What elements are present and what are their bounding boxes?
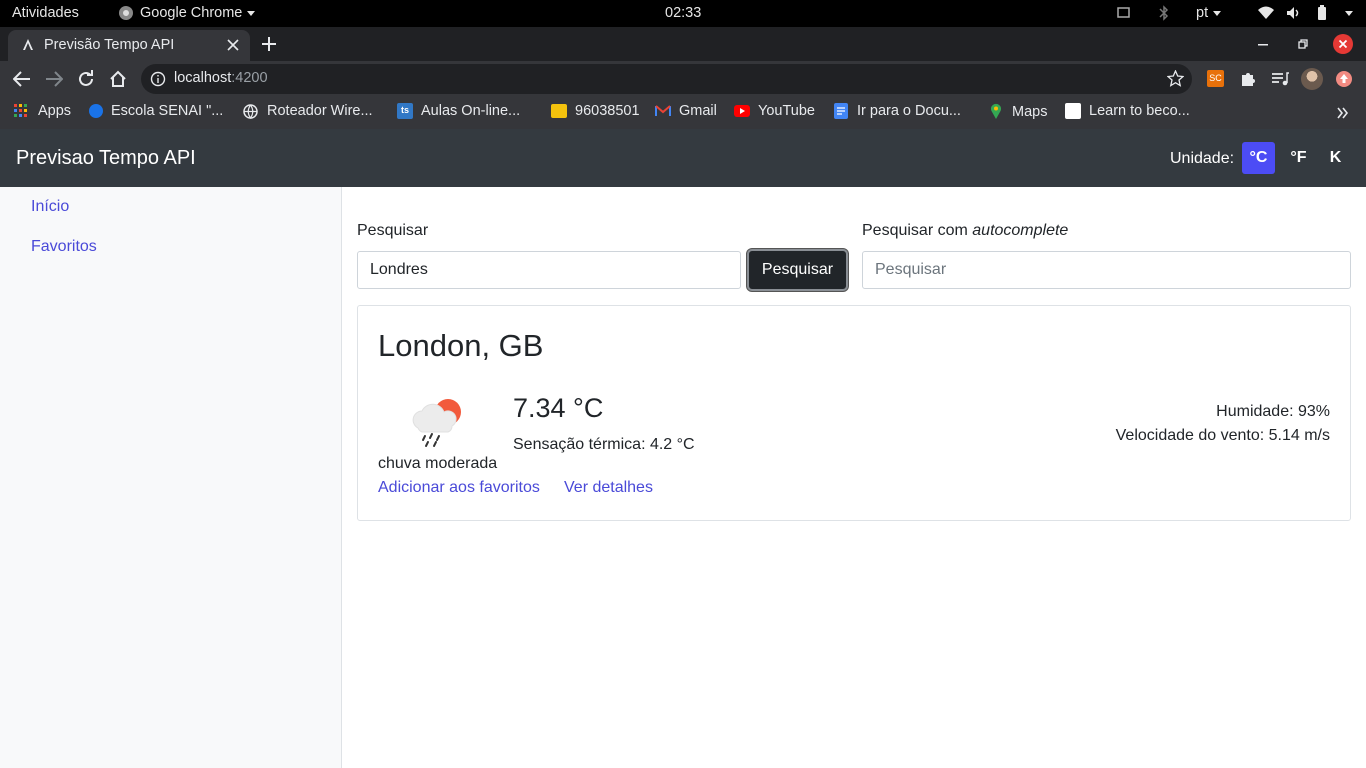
wifi-icon xyxy=(1258,6,1274,19)
url-host: localhost xyxy=(174,70,232,86)
bookmark-96038501[interactable]: 96038501 xyxy=(551,103,640,119)
youtube-icon xyxy=(734,105,750,117)
unit-kelvin-button[interactable]: K xyxy=(1319,142,1352,174)
language-indicator[interactable]: pt xyxy=(1196,5,1222,21)
tab-title: Previsão Tempo API xyxy=(44,37,175,53)
autocomplete-label-em: autocomplete xyxy=(972,222,1069,239)
volume-icon xyxy=(1287,7,1299,19)
profile-avatar[interactable] xyxy=(1301,68,1323,90)
bookmark-label: YouTube xyxy=(758,103,815,119)
docs-icon xyxy=(834,103,848,119)
restore-window-icon[interactable] xyxy=(1298,39,1308,49)
language-label: pt xyxy=(1196,5,1209,21)
view-details-link[interactable]: Ver detalhes xyxy=(564,479,653,497)
media-queue-icon[interactable] xyxy=(1271,71,1289,87)
screen-icon xyxy=(1117,7,1130,18)
unit-fahrenheit-button[interactable]: °F xyxy=(1282,142,1315,174)
angular-favicon-icon xyxy=(23,39,33,50)
bookmark-label: Gmail xyxy=(679,103,717,119)
chrome-icon xyxy=(119,6,133,20)
activities-button[interactable]: Atividades xyxy=(12,5,79,21)
battery-icon xyxy=(1318,5,1326,20)
bookmark-maps[interactable]: Maps xyxy=(990,103,1047,120)
autocomplete-label: Pesquisar com autocomplete xyxy=(862,222,1068,240)
rain-cloud-sun-icon xyxy=(412,399,461,447)
search-label: Pesquisar xyxy=(357,222,429,239)
bookmark-label: Maps xyxy=(1012,103,1048,120)
new-tab-icon[interactable] xyxy=(262,37,276,51)
unit-celsius-button[interactable]: °C xyxy=(1242,142,1275,174)
feels-like-text: Sensação térmica: 4.2 °C xyxy=(513,436,695,453)
bookmark-youtube[interactable]: YouTube xyxy=(734,103,815,119)
sidebar-item-favoritos[interactable]: Favoritos xyxy=(31,238,97,256)
bookmark-label: Ir para o Docu... xyxy=(857,103,961,119)
update-icon[interactable] xyxy=(1335,70,1353,88)
back-icon[interactable] xyxy=(13,71,31,87)
chevron-down-icon xyxy=(247,10,256,16)
clock[interactable]: 02:33 xyxy=(665,5,701,21)
bookmark-roteador[interactable]: Roteador Wire... xyxy=(243,103,373,119)
bookmark-star-icon[interactable] xyxy=(1167,70,1184,87)
bookmarks-bar: Apps Escola SENAI "... Roteador Wire... … xyxy=(0,97,1366,129)
bookmark-label: Learn to beco... xyxy=(1089,103,1190,119)
bookmark-label: Apps xyxy=(38,103,72,119)
app-name: Google Chrome xyxy=(140,5,243,21)
temperature-value: 7.34 °C xyxy=(513,393,604,423)
bookmark-docs[interactable]: Ir para o Docu... xyxy=(834,103,961,119)
autocomplete-label-prefix: Pesquisar com xyxy=(862,222,973,239)
humidity-text: Humidade: 93% xyxy=(1216,403,1330,420)
wind-speed-text: Velocidade do vento: 5.14 m/s xyxy=(1115,427,1330,444)
bookmark-label: Roteador Wire... xyxy=(267,103,373,119)
gmail-icon xyxy=(655,105,671,116)
bookmark-yellow-icon xyxy=(551,104,567,118)
chevron-down-icon xyxy=(1213,10,1222,16)
senai-icon xyxy=(89,104,103,118)
reload-icon[interactable] xyxy=(77,70,95,88)
extension-sc-icon[interactable]: SC xyxy=(1207,70,1224,87)
close-window-icon[interactable] xyxy=(1333,34,1353,54)
bookmark-aulas-online[interactable]: ts Aulas On-line... xyxy=(397,103,520,119)
autocomplete-search-input[interactable] xyxy=(862,251,1351,289)
bookmark-apps[interactable]: Apps xyxy=(14,103,71,119)
add-to-favorites-link[interactable]: Adicionar aos favoritos xyxy=(378,479,540,497)
apps-grid-icon xyxy=(14,104,27,117)
bookmark-escola-senai[interactable]: Escola SENAI "... xyxy=(89,103,223,119)
weather-description: chuva moderada xyxy=(378,455,498,472)
bluetooth-icon xyxy=(1159,5,1169,21)
address-bar[interactable]: localhost:4200 xyxy=(141,64,1192,94)
extension-badge-text: SC xyxy=(1209,73,1222,83)
url-port: :4200 xyxy=(231,70,268,86)
system-menu-chevron-icon[interactable] xyxy=(1345,11,1353,16)
globe-icon xyxy=(243,103,258,119)
sidebar: Início Favoritos xyxy=(0,187,342,768)
app-navbar: Previsao Tempo API Unidade: °C °F K xyxy=(0,129,1366,187)
system-top-bar: Atividades Google Chrome 02:33 pt xyxy=(0,0,1366,27)
bookmark-label: 96038501 xyxy=(575,103,640,119)
extensions-puzzle-icon[interactable] xyxy=(1240,70,1257,87)
more-bookmarks-icon[interactable] xyxy=(1337,107,1349,119)
bookmark-label: Escola SENAI "... xyxy=(111,103,224,119)
home-icon[interactable] xyxy=(109,70,127,88)
sidebar-item-inicio[interactable]: Início xyxy=(31,198,69,216)
city-title: London, GB xyxy=(378,328,544,363)
app-menu[interactable]: Google Chrome xyxy=(118,5,256,21)
ts-icon: ts xyxy=(397,103,413,119)
minimize-window-icon[interactable] xyxy=(1258,44,1268,46)
bookmark-gmail[interactable]: Gmail xyxy=(655,103,717,119)
maps-icon xyxy=(991,103,1001,119)
forward-icon[interactable] xyxy=(45,71,63,87)
site-info-icon[interactable] xyxy=(150,71,166,87)
browser-tab-active[interactable]: Previsão Tempo API xyxy=(8,30,250,61)
learn-icon xyxy=(1065,103,1081,119)
unit-label: Unidade: xyxy=(1170,150,1235,167)
close-tab-icon[interactable] xyxy=(227,39,239,51)
bookmark-learn[interactable]: Learn to beco... xyxy=(1065,103,1190,119)
url-text: localhost:4200 xyxy=(174,70,268,86)
search-input[interactable] xyxy=(357,251,741,289)
bookmark-label: Aulas On-line... xyxy=(421,103,521,119)
search-button[interactable]: Pesquisar xyxy=(747,249,848,291)
weather-card: London, GB chuva moderada 7.34 °C Sensaç… xyxy=(357,305,1351,521)
app-brand[interactable]: Previsao Tempo API xyxy=(16,147,196,170)
